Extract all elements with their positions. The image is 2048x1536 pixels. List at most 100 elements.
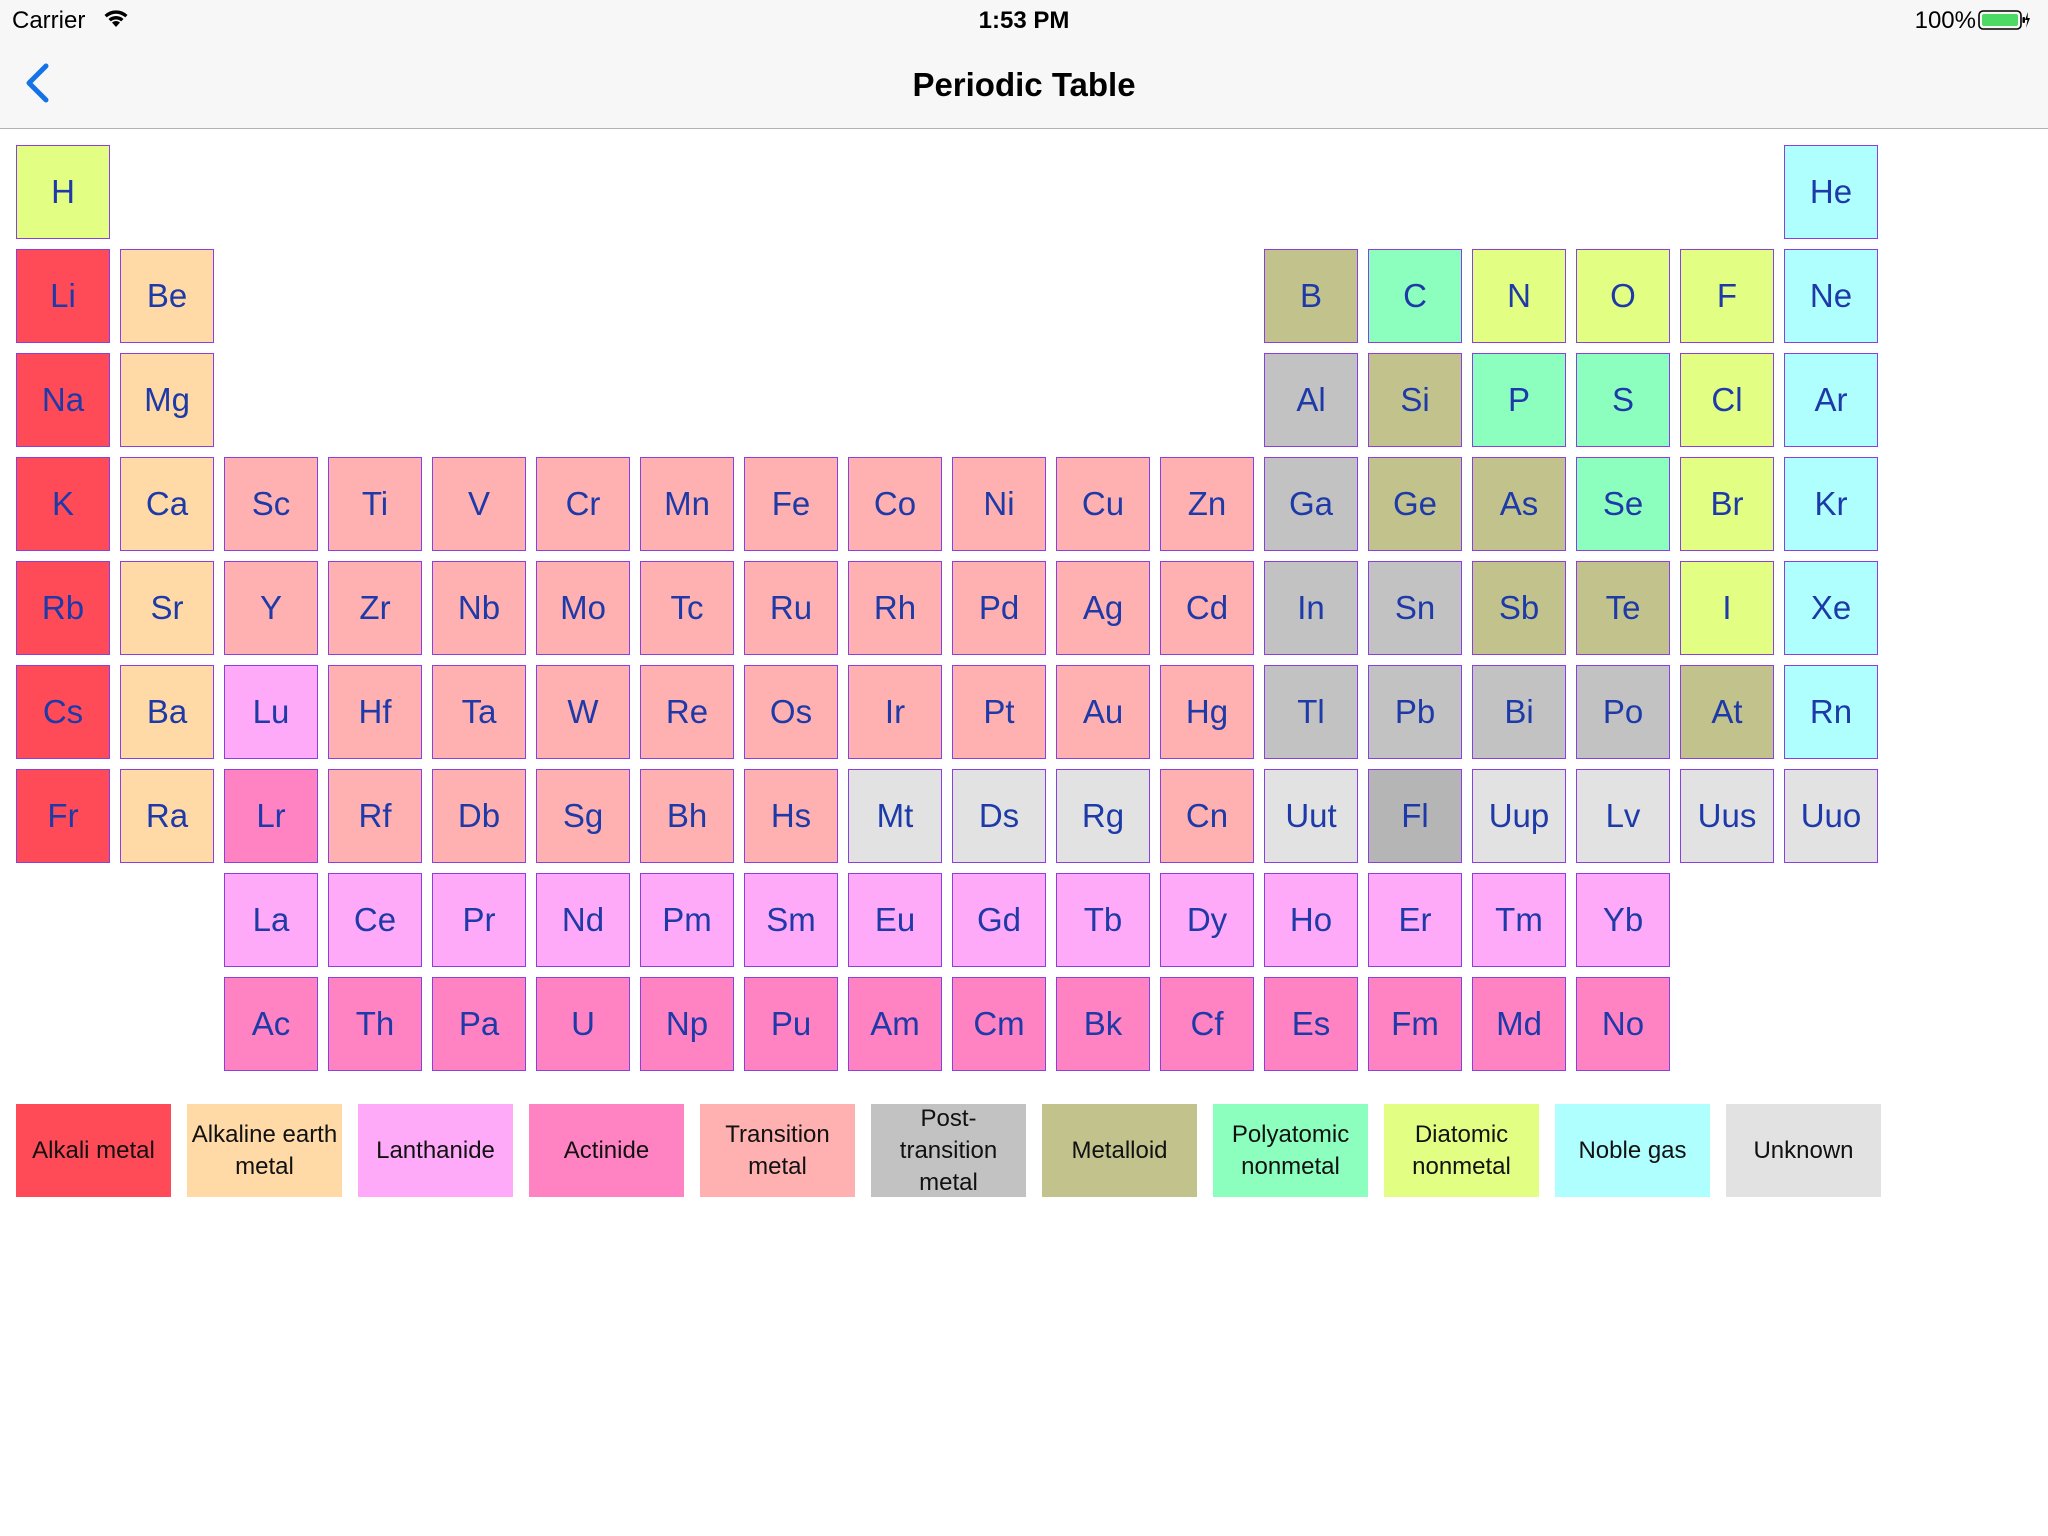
- element-uut[interactable]: Uut: [1264, 769, 1358, 863]
- element-ir[interactable]: Ir: [848, 665, 942, 759]
- element-br[interactable]: Br: [1680, 457, 1774, 551]
- element-ti[interactable]: Ti: [328, 457, 422, 551]
- element-po[interactable]: Po: [1576, 665, 1670, 759]
- element-fm[interactable]: Fm: [1368, 977, 1462, 1071]
- element-cr[interactable]: Cr: [536, 457, 630, 551]
- element-kr[interactable]: Kr: [1784, 457, 1878, 551]
- element-mo[interactable]: Mo: [536, 561, 630, 655]
- element-ho[interactable]: Ho: [1264, 873, 1358, 967]
- element-zr[interactable]: Zr: [328, 561, 422, 655]
- element-db[interactable]: Db: [432, 769, 526, 863]
- element-ni[interactable]: Ni: [952, 457, 1046, 551]
- element-i[interactable]: I: [1680, 561, 1774, 655]
- element-nb[interactable]: Nb: [432, 561, 526, 655]
- element-rf[interactable]: Rf: [328, 769, 422, 863]
- element-cu[interactable]: Cu: [1056, 457, 1150, 551]
- element-cs[interactable]: Cs: [16, 665, 110, 759]
- element-h[interactable]: H: [16, 145, 110, 239]
- element-es[interactable]: Es: [1264, 977, 1358, 1071]
- element-fe[interactable]: Fe: [744, 457, 838, 551]
- element-zn[interactable]: Zn: [1160, 457, 1254, 551]
- element-mt[interactable]: Mt: [848, 769, 942, 863]
- element-o[interactable]: O: [1576, 249, 1670, 343]
- element-sb[interactable]: Sb: [1472, 561, 1566, 655]
- element-pa[interactable]: Pa: [432, 977, 526, 1071]
- element-cd[interactable]: Cd: [1160, 561, 1254, 655]
- element-w[interactable]: W: [536, 665, 630, 759]
- element-lu[interactable]: Lu: [224, 665, 318, 759]
- element-te[interactable]: Te: [1576, 561, 1670, 655]
- element-ce[interactable]: Ce: [328, 873, 422, 967]
- element-co[interactable]: Co: [848, 457, 942, 551]
- element-hg[interactable]: Hg: [1160, 665, 1254, 759]
- element-ar[interactable]: Ar: [1784, 353, 1878, 447]
- element-f[interactable]: F: [1680, 249, 1774, 343]
- element-bi[interactable]: Bi: [1472, 665, 1566, 759]
- element-rg[interactable]: Rg: [1056, 769, 1150, 863]
- element-am[interactable]: Am: [848, 977, 942, 1071]
- element-os[interactable]: Os: [744, 665, 838, 759]
- element-th[interactable]: Th: [328, 977, 422, 1071]
- element-as[interactable]: As: [1472, 457, 1566, 551]
- element-ga[interactable]: Ga: [1264, 457, 1358, 551]
- element-ba[interactable]: Ba: [120, 665, 214, 759]
- element-sm[interactable]: Sm: [744, 873, 838, 967]
- element-gd[interactable]: Gd: [952, 873, 1046, 967]
- element-la[interactable]: La: [224, 873, 318, 967]
- element-xe[interactable]: Xe: [1784, 561, 1878, 655]
- element-mn[interactable]: Mn: [640, 457, 734, 551]
- element-au[interactable]: Au: [1056, 665, 1150, 759]
- element-cf[interactable]: Cf: [1160, 977, 1254, 1071]
- element-s[interactable]: S: [1576, 353, 1670, 447]
- element-na[interactable]: Na: [16, 353, 110, 447]
- element-al[interactable]: Al: [1264, 353, 1358, 447]
- element-tc[interactable]: Tc: [640, 561, 734, 655]
- element-yb[interactable]: Yb: [1576, 873, 1670, 967]
- element-tb[interactable]: Tb: [1056, 873, 1150, 967]
- element-ne[interactable]: Ne: [1784, 249, 1878, 343]
- element-tm[interactable]: Tm: [1472, 873, 1566, 967]
- element-cl[interactable]: Cl: [1680, 353, 1774, 447]
- element-tl[interactable]: Tl: [1264, 665, 1358, 759]
- element-eu[interactable]: Eu: [848, 873, 942, 967]
- element-ca[interactable]: Ca: [120, 457, 214, 551]
- element-pt[interactable]: Pt: [952, 665, 1046, 759]
- element-pr[interactable]: Pr: [432, 873, 526, 967]
- element-ru[interactable]: Ru: [744, 561, 838, 655]
- element-ag[interactable]: Ag: [1056, 561, 1150, 655]
- element-ac[interactable]: Ac: [224, 977, 318, 1071]
- element-si[interactable]: Si: [1368, 353, 1462, 447]
- element-lr[interactable]: Lr: [224, 769, 318, 863]
- element-md[interactable]: Md: [1472, 977, 1566, 1071]
- element-pb[interactable]: Pb: [1368, 665, 1462, 759]
- element-cn[interactable]: Cn: [1160, 769, 1254, 863]
- element-np[interactable]: Np: [640, 977, 734, 1071]
- element-li[interactable]: Li: [16, 249, 110, 343]
- element-ds[interactable]: Ds: [952, 769, 1046, 863]
- element-dy[interactable]: Dy: [1160, 873, 1254, 967]
- element-rb[interactable]: Rb: [16, 561, 110, 655]
- element-ta[interactable]: Ta: [432, 665, 526, 759]
- element-uus[interactable]: Uus: [1680, 769, 1774, 863]
- element-mg[interactable]: Mg: [120, 353, 214, 447]
- element-v[interactable]: V: [432, 457, 526, 551]
- element-c[interactable]: C: [1368, 249, 1462, 343]
- element-p[interactable]: P: [1472, 353, 1566, 447]
- element-u[interactable]: U: [536, 977, 630, 1071]
- element-nd[interactable]: Nd: [536, 873, 630, 967]
- element-in[interactable]: In: [1264, 561, 1358, 655]
- element-sr[interactable]: Sr: [120, 561, 214, 655]
- element-fr[interactable]: Fr: [16, 769, 110, 863]
- element-hs[interactable]: Hs: [744, 769, 838, 863]
- element-k[interactable]: K: [16, 457, 110, 551]
- element-cm[interactable]: Cm: [952, 977, 1046, 1071]
- element-bh[interactable]: Bh: [640, 769, 734, 863]
- element-b[interactable]: B: [1264, 249, 1358, 343]
- element-be[interactable]: Be: [120, 249, 214, 343]
- element-rh[interactable]: Rh: [848, 561, 942, 655]
- element-pm[interactable]: Pm: [640, 873, 734, 967]
- element-re[interactable]: Re: [640, 665, 734, 759]
- element-hf[interactable]: Hf: [328, 665, 422, 759]
- element-uuo[interactable]: Uuo: [1784, 769, 1878, 863]
- element-pd[interactable]: Pd: [952, 561, 1046, 655]
